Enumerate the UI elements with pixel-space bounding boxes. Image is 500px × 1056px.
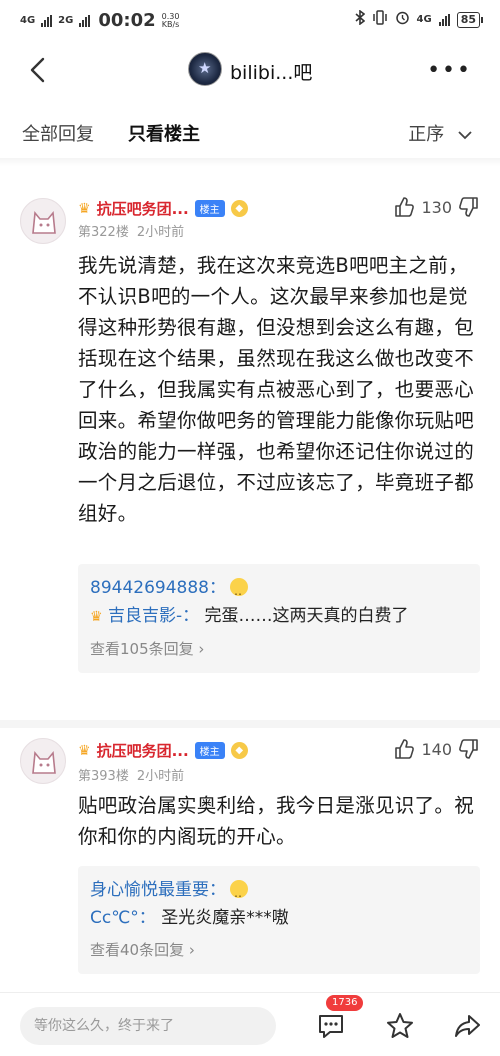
post-content: 我先说清楚，我在这次来竞选B吧吧主之前，不认识B吧的一个人。这次最早来参加也是觉…: [78, 254, 475, 525]
forum-avatar[interactable]: [188, 52, 222, 86]
forum-title[interactable]: bilibi...吧: [230, 58, 312, 85]
author-row: ♛ 抗压吧务团... 楼主 ◆: [78, 198, 248, 219]
bottom-bar: 1736: [0, 992, 500, 1056]
status-bar: 4G 2G 00:02 0.30 KB/s 4G 85: [0, 0, 500, 38]
emoji-icon: [230, 879, 248, 907]
battery-icon: 85: [456, 11, 484, 28]
floor-number: 第322楼: [78, 225, 129, 240]
emoji-icon: [229, 577, 248, 605]
nav-bar: bilibi...吧 •••: [0, 38, 500, 100]
author-name[interactable]: 抗压吧务团...: [97, 740, 189, 761]
reply-input[interactable]: [20, 1007, 276, 1045]
crown-icon: ♛: [78, 200, 91, 217]
author-name[interactable]: 抗压吧务团...: [97, 198, 189, 219]
tab-all-replies[interactable]: 全部回复: [22, 120, 94, 146]
reply-item: 89442694888：: [90, 574, 468, 605]
reply-author[interactable]: 89442694888：: [90, 578, 226, 598]
bluetooth-icon: [354, 9, 365, 29]
comment-icon[interactable]: [316, 1011, 346, 1041]
like-count: 140: [421, 739, 452, 759]
like-controls: 130: [393, 196, 480, 218]
signal-icon: [438, 13, 450, 26]
author-row: ♛ 抗压吧务团... 楼主 ◆: [78, 740, 248, 761]
thumbs-down-icon[interactable]: [458, 196, 480, 218]
comment-count-badge: 1736: [326, 995, 364, 1011]
vip-diamond-icon: ◆: [230, 200, 248, 217]
op-badge: 楼主: [194, 200, 225, 217]
reply-author[interactable]: Cc℃°：: [90, 908, 156, 928]
reply-item: Cc℃°： 圣光炎魔亲***嗷: [90, 904, 468, 932]
share-icon[interactable]: [452, 1011, 482, 1041]
sort-label: 正序: [408, 124, 445, 145]
like-controls: 140: [393, 738, 480, 760]
filter-tabs: 全部回复 只看楼主 正序: [0, 100, 500, 158]
vibrate-icon: [372, 10, 388, 29]
tab-op-only[interactable]: 只看楼主: [128, 120, 200, 146]
crown-icon: ♛: [78, 742, 91, 759]
reply-preview[interactable]: 身心愉悦最重要： Cc℃°： 圣光炎魔亲***嗷 查看40条回复 ›: [78, 866, 480, 974]
reply-author[interactable]: 吉良吉影-：: [108, 606, 199, 626]
op-badge: 楼主: [194, 742, 225, 759]
chevron-down-icon: [458, 131, 472, 140]
signal-icon: [41, 14, 53, 27]
view-more-replies[interactable]: 查看40条回复 ›: [90, 936, 468, 964]
avatar[interactable]: [20, 198, 66, 244]
divider: [0, 158, 500, 166]
post-separator: [0, 720, 500, 728]
post-meta: 第393楼 2小时前: [78, 765, 184, 784]
reply-text: 圣光炎魔亲***嗷: [161, 908, 289, 928]
signal-icon: [79, 14, 91, 27]
avatar[interactable]: [20, 738, 66, 784]
thumbs-down-icon[interactable]: [458, 738, 480, 760]
post-content: 贴吧政治属实奥利给，我今日是涨见识了。祝你和你的内阁玩的开心。: [78, 794, 475, 848]
floor-number: 第393楼: [78, 769, 129, 784]
reply-item: ♛ 吉良吉影-： 完蛋……这两天真的白费了: [90, 602, 468, 631]
star-icon[interactable]: [385, 1011, 415, 1041]
sort-dropdown[interactable]: 正序: [408, 120, 472, 146]
clock: 00:02: [98, 10, 156, 31]
post-meta: 第322楼 2小时前: [78, 221, 184, 240]
reply-author[interactable]: 身心愉悦最重要：: [90, 880, 226, 900]
thumbs-up-icon[interactable]: [393, 738, 415, 760]
back-arrow-icon[interactable]: [24, 56, 52, 84]
crown-icon: ♛: [90, 609, 103, 625]
network-type-2: 2G: [58, 14, 74, 26]
thumbs-up-icon[interactable]: [393, 196, 415, 218]
reply-preview[interactable]: 89442694888： ♛ 吉良吉影-： 完蛋……这两天真的白费了 查看105…: [78, 564, 480, 673]
network-type-1: 4G: [20, 14, 36, 26]
view-more-replies[interactable]: 查看105条回复 ›: [90, 635, 468, 663]
post-time: 2小时前: [136, 769, 185, 784]
more-menu-icon[interactable]: •••: [427, 58, 472, 83]
reply-item: 身心愉悦最重要：: [90, 876, 468, 907]
like-count: 130: [421, 197, 452, 217]
post-time: 2小时前: [136, 225, 185, 240]
network-speed: 0.30 KB/s: [161, 11, 180, 29]
network-type-right: 4G: [416, 13, 432, 25]
vip-diamond-icon: ◆: [230, 742, 248, 759]
alarm-icon: [395, 10, 410, 29]
reply-text: 完蛋……这两天真的白费了: [204, 606, 409, 626]
